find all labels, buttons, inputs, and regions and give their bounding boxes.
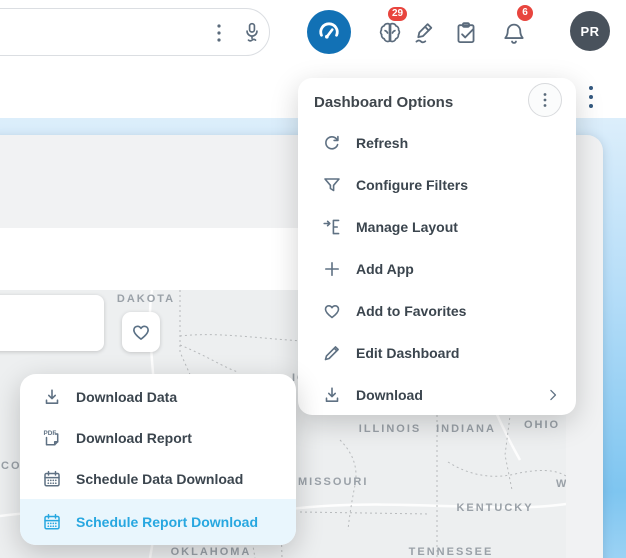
menu-item-label: Refresh xyxy=(356,135,408,151)
pdf-icon: PDF xyxy=(42,428,62,448)
page-options-kebab-icon[interactable] xyxy=(584,84,598,110)
calendar-icon xyxy=(42,469,62,489)
notifications-bell-button[interactable] xyxy=(501,20,527,48)
submenu-item-download-report[interactable]: PDF Download Report xyxy=(20,417,296,458)
map-label: OHIO xyxy=(524,419,560,431)
map-label: TENNESSEE xyxy=(409,546,494,558)
app-screen: DAKOTA IOWA ILLINOIS INDIANA OHIO MISSOU… xyxy=(0,0,626,558)
menu-item-add-app[interactable]: Add App xyxy=(298,248,576,290)
menu-title: Dashboard Options xyxy=(314,94,453,111)
map-label: INDIANA xyxy=(436,423,496,435)
pencil-icon xyxy=(322,343,342,363)
menu-item-download[interactable]: Download xyxy=(298,374,576,416)
download-icon xyxy=(42,387,62,407)
signature-pen-icon xyxy=(411,20,437,46)
signature-pen-button[interactable] xyxy=(411,20,437,46)
menu-item-list: Refresh Configure Filters Manage La xyxy=(298,122,576,416)
calendar-icon xyxy=(42,512,62,532)
plus-icon xyxy=(322,259,342,279)
menu-item-label: Download xyxy=(356,387,423,403)
map-label: KENTUCKY xyxy=(456,502,533,514)
menu-item-manage-layout[interactable]: Manage Layout xyxy=(298,206,576,248)
microphone-icon[interactable] xyxy=(240,20,264,44)
dashboard-options-menu: Dashboard Options Refresh xyxy=(298,78,576,415)
map-label: OKLAHOMA xyxy=(171,546,252,558)
map-label: ILLINOIS xyxy=(359,423,421,435)
bell-icon xyxy=(501,21,527,47)
menu-item-label: Add to Favorites xyxy=(356,303,466,319)
avatar[interactable]: PR xyxy=(570,11,610,51)
gauge-icon xyxy=(316,19,342,45)
chevron-right-icon xyxy=(546,388,560,402)
submenu-item-label: Schedule Report Download xyxy=(76,514,258,530)
submenu-item-label: Schedule Data Download xyxy=(76,471,243,487)
menu-item-edit-dashboard[interactable]: Edit Dashboard xyxy=(298,332,576,374)
svg-text:PDF: PDF xyxy=(44,430,57,437)
heart-icon xyxy=(130,321,152,343)
menu-item-add-to-favorites[interactable]: Add to Favorites xyxy=(298,290,576,332)
menu-item-configure-filters[interactable]: Configure Filters xyxy=(298,164,576,206)
submenu-item-download-data[interactable]: Download Data xyxy=(20,376,296,417)
menu-item-label: Add App xyxy=(356,261,414,277)
map-label: MISSOURI xyxy=(298,476,368,488)
submenu-item-label: Download Data xyxy=(76,389,177,405)
submenu-item-schedule-report-download[interactable]: Schedule Report Download xyxy=(20,499,296,545)
heart-icon xyxy=(322,301,342,321)
download-icon xyxy=(322,385,342,405)
dashboard-gauge-button[interactable] xyxy=(307,10,351,54)
submenu-item-schedule-data-download[interactable]: Schedule Data Download xyxy=(20,458,296,499)
top-bar: 29 xyxy=(0,0,626,66)
kebab-icon xyxy=(539,92,551,108)
manage-layout-icon xyxy=(322,217,342,237)
menu-item-refresh[interactable]: Refresh xyxy=(298,122,576,164)
download-submenu: Download Data PDF Download Report xyxy=(20,374,296,545)
search-input[interactable] xyxy=(0,8,270,56)
map-favorite-button[interactable] xyxy=(122,312,160,352)
brain-icon xyxy=(377,20,403,46)
map-label: W xyxy=(556,478,566,490)
map-label: DAKOTA xyxy=(117,293,175,305)
menu-item-label: Edit Dashboard xyxy=(356,345,459,361)
submenu-item-label: Download Report xyxy=(76,430,192,446)
refresh-icon xyxy=(322,133,342,153)
tasks-clipboard-button[interactable] xyxy=(453,20,479,46)
menu-kebab-button[interactable] xyxy=(528,83,562,117)
menu-item-label: Manage Layout xyxy=(356,219,458,235)
search-kebab-icon[interactable] xyxy=(211,23,227,43)
bell-badge: 6 xyxy=(517,5,533,21)
filter-icon xyxy=(322,175,342,195)
map-search-box[interactable] xyxy=(0,295,104,351)
menu-item-label: Configure Filters xyxy=(356,177,468,193)
clipboard-check-icon xyxy=(453,20,479,46)
brain-badge: 29 xyxy=(388,7,407,21)
brain-button[interactable] xyxy=(377,20,403,46)
